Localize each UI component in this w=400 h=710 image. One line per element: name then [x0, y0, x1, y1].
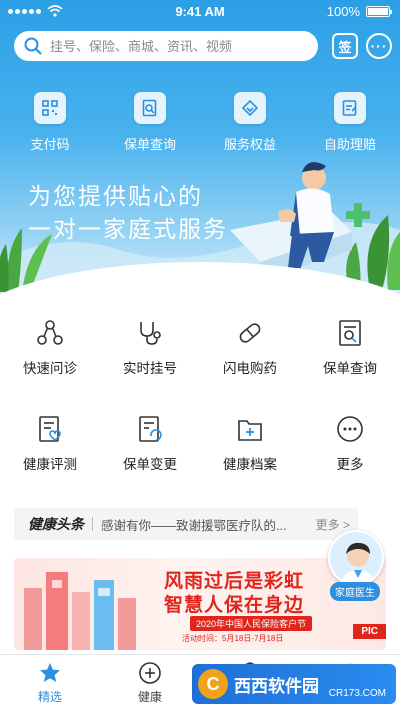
search-bar[interactable]: [14, 31, 318, 61]
service-label: 更多: [336, 457, 364, 472]
policy-search-icon: [134, 92, 166, 124]
tab-label: 健康: [137, 690, 162, 704]
quick-action-label: 支付码: [30, 137, 70, 152]
stethoscope-icon: [140, 322, 161, 345]
watermark-logo: C: [198, 669, 228, 699]
message-button[interactable]: ···: [366, 33, 392, 59]
service-grid: 快速问诊 实时挂号 闪电购药 保单查询 健康评测 保单变更 健康档案 更多: [0, 318, 400, 510]
quick-action-pay-code[interactable]: 支付码: [0, 92, 100, 153]
watermark-text: 西西软件园: [234, 676, 319, 696]
status-bar: 9:41 AM 100%: [0, 0, 400, 24]
banner-subtitle: 2020年中国人民保险客户节: [190, 616, 313, 631]
service-fast-medicine[interactable]: 闪电购药: [200, 318, 300, 414]
service-label: 健康档案: [223, 457, 277, 472]
health-plus-icon: [139, 662, 161, 684]
star-icon: [40, 663, 60, 682]
service-realtime-register[interactable]: 实时挂号: [100, 318, 200, 414]
service-label: 闪电购药: [223, 361, 277, 376]
banner-city-illustration: [24, 572, 136, 650]
qr-code-icon: [34, 92, 66, 124]
banner-title-1: 风雨过后是彩虹: [164, 571, 305, 592]
tab-featured[interactable]: 精选: [0, 655, 100, 710]
search-icon: [24, 37, 42, 55]
quick-action-label: 自助理赔: [323, 137, 376, 152]
quick-action-self-claim[interactable]: 自助理赔: [300, 92, 400, 153]
service-label: 保单查询: [323, 361, 377, 376]
headline-tag: 健康头条: [28, 516, 84, 532]
service-health-records[interactable]: 健康档案: [200, 414, 300, 510]
service-policy-query[interactable]: 保单查询: [300, 318, 400, 414]
banner-date: 活动时间：5月18日-7月18日: [182, 634, 284, 643]
quick-action-label: 服务权益: [223, 137, 276, 152]
banner-title-2: 智慧人保在身边: [164, 595, 305, 616]
battery-group: 100%: [326, 4, 392, 19]
service-more[interactable]: 更多: [300, 414, 400, 510]
pill-icon: [239, 323, 261, 343]
headline-text[interactable]: 感谢有你——致谢援鄂医疗队的...: [101, 515, 316, 534]
service-quick-consult[interactable]: 快速问诊: [0, 318, 100, 414]
service-health-evaluation[interactable]: 健康评测: [0, 414, 100, 510]
family-doctor-button[interactable]: 家庭医生: [328, 530, 388, 601]
battery-percent: 100%: [326, 4, 360, 19]
service-row: 快速问诊 实时挂号 闪电购药 保单查询: [0, 318, 400, 414]
quick-action-policy-query[interactable]: 保单查询: [100, 92, 200, 153]
doctor-label: 家庭医生: [330, 582, 380, 601]
banner-tag: PIC: [353, 624, 386, 639]
more-dots-icon: [337, 416, 363, 442]
doctor-avatar: [328, 530, 384, 586]
health-headline-bar[interactable]: 健康头条 感谢有你——致谢援鄂医疗队的... 更多 >: [14, 508, 358, 540]
health-report-icon: [39, 416, 61, 442]
search-input[interactable]: [50, 38, 300, 54]
tab-health[interactable]: 健康: [100, 655, 200, 710]
document-search-icon: [339, 320, 361, 346]
headline-divider: [92, 517, 93, 531]
battery-icon: [366, 6, 392, 17]
watermark-url: CR173.COM: [328, 688, 386, 699]
service-label: 保单变更: [123, 457, 177, 472]
slogan-line-1: 为您提供贴心的: [28, 183, 203, 209]
diamond-icon: [234, 92, 266, 124]
service-label: 实时挂号: [123, 361, 177, 376]
document-refresh-icon: [139, 416, 162, 442]
quick-action-service-rights[interactable]: 服务权益: [200, 92, 300, 153]
hero-slogan: 为您提供贴心的 一对一家庭式服务: [28, 180, 228, 246]
claim-form-icon: [334, 92, 366, 124]
service-label: 健康评测: [23, 457, 77, 472]
quick-action-label: 保单查询: [123, 137, 176, 152]
network-nodes-icon: [37, 320, 63, 345]
site-watermark: C 西西软件园 CR173.COM: [192, 664, 396, 704]
service-row: 健康评测 保单变更 健康档案 更多: [0, 414, 400, 510]
folder-plus-icon: [238, 420, 262, 441]
tab-label: 精选: [37, 690, 62, 704]
service-policy-change[interactable]: 保单变更: [100, 414, 200, 510]
slogan-line-2: 一对一家庭式服务: [28, 216, 228, 242]
quick-actions: 支付码 保单查询 服务权益 自助理赔: [0, 92, 400, 153]
service-label: 快速问诊: [23, 361, 77, 376]
sign-in-button[interactable]: 签: [332, 33, 358, 59]
